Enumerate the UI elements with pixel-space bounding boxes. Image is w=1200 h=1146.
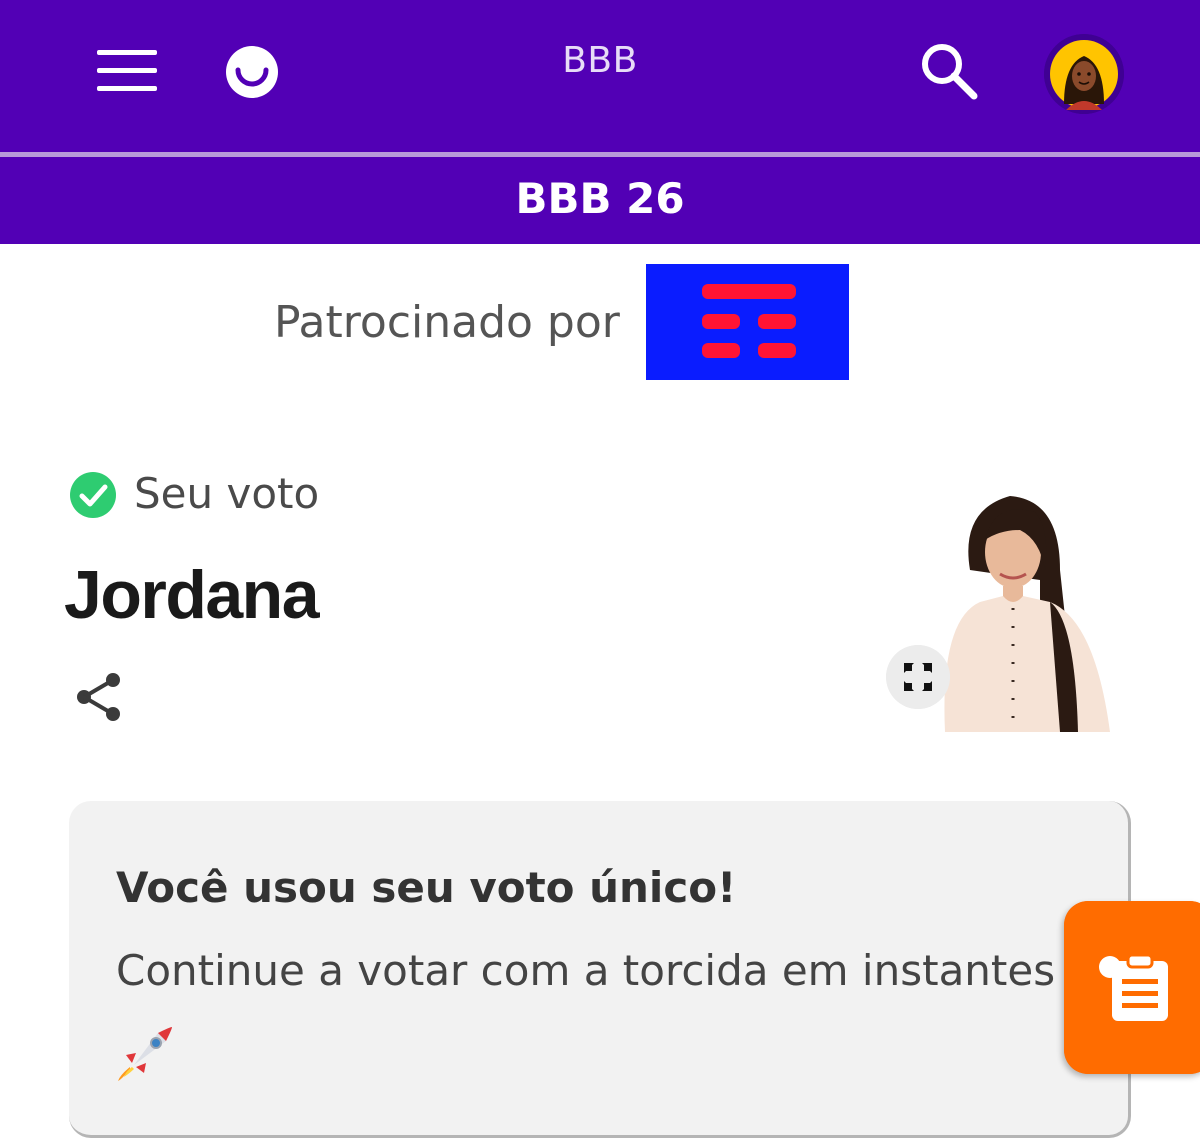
- card-title: Você usou seu voto único!: [116, 863, 737, 912]
- card-message: Continue a votar com a torcida em instan…: [116, 946, 1056, 995]
- user-avatar[interactable]: [1044, 34, 1124, 114]
- app-title: BBB: [562, 40, 638, 81]
- check-circle-icon: [70, 472, 116, 518]
- search-icon[interactable]: [918, 40, 980, 102]
- top-header: BBB: [0, 0, 1200, 152]
- candidate-name: Jordana: [64, 557, 320, 633]
- sponsor-label: Patrocinado por: [274, 297, 620, 348]
- vote-status-label: Seu voto: [134, 469, 320, 518]
- rocket-icon: [118, 1027, 172, 1081]
- share-icon[interactable]: [73, 670, 125, 724]
- section-title: BBB 26: [515, 174, 685, 223]
- sponsor-logo[interactable]: [646, 264, 849, 380]
- vote-info-card: Você usou seu voto único! Continue a vot…: [69, 801, 1131, 1138]
- expand-icon[interactable]: [886, 645, 950, 709]
- clipboard-list-icon[interactable]: [1064, 901, 1200, 1074]
- section-header: BBB 26: [0, 157, 1200, 244]
- hamburger-menu-icon[interactable]: [97, 50, 157, 92]
- smile-logo-icon[interactable]: [224, 44, 280, 100]
